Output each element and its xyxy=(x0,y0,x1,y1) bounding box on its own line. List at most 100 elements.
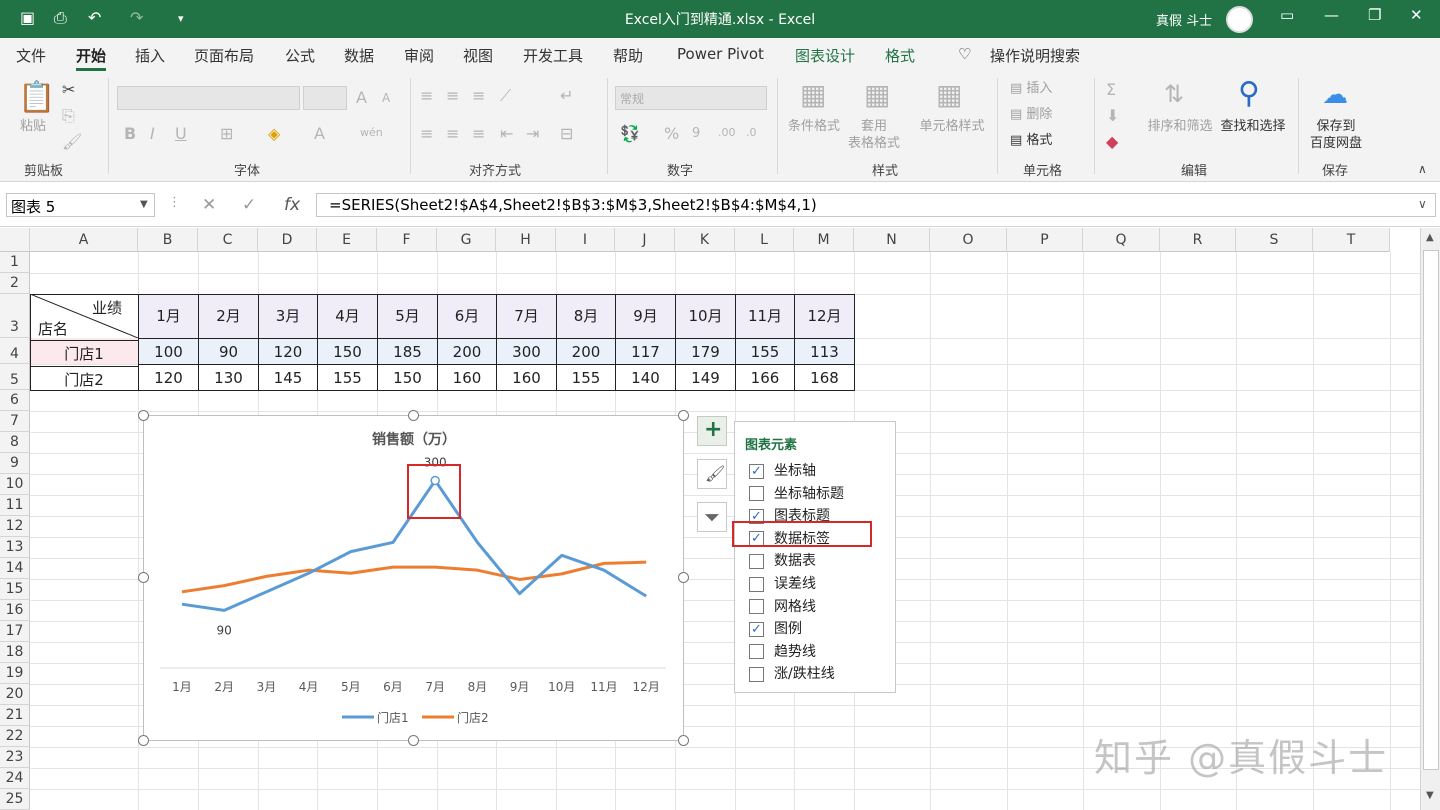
clear-icon[interactable]: ◆ xyxy=(1106,132,1118,151)
value-cell[interactable]: 160 xyxy=(496,364,556,390)
row-header[interactable]: 7 xyxy=(0,411,30,432)
row-header[interactable]: 9 xyxy=(0,453,30,474)
value-cell[interactable]: 150 xyxy=(317,338,377,364)
column-header[interactable]: C xyxy=(198,228,258,252)
wrap-text-icon[interactable]: ↵ xyxy=(560,86,573,105)
row-header[interactable]: 14 xyxy=(0,558,30,579)
tab-formulas[interactable]: 公式 xyxy=(285,45,315,66)
value-cell[interactable]: 155 xyxy=(317,364,377,390)
value-cell[interactable]: 185 xyxy=(377,338,437,364)
value-cell[interactable]: 113 xyxy=(794,338,854,364)
resize-handle[interactable] xyxy=(138,572,149,583)
copy-icon[interactable]: ⎘ xyxy=(62,106,75,126)
chart-element-option[interactable]: 数据表 xyxy=(749,550,816,570)
align-bottom-icon[interactable]: ≡ xyxy=(472,86,485,105)
insert-cells-button[interactable]: ▤ 插入 xyxy=(1010,80,1080,97)
format-as-table-label-2[interactable]: 表格格式 xyxy=(842,135,906,152)
chart-title[interactable]: 销售额（万） xyxy=(372,431,456,448)
align-right-icon[interactable]: ≡ xyxy=(472,124,485,143)
ribbon-display-icon[interactable]: ▭ xyxy=(1280,6,1294,24)
row-header[interactable]: 20 xyxy=(0,684,30,705)
tab-page-layout[interactable]: 页面布局 xyxy=(194,45,254,66)
column-header[interactable]: P xyxy=(1007,228,1083,252)
fill-icon[interactable]: ⬇ xyxy=(1106,106,1119,125)
close-icon[interactable]: ✕ xyxy=(1410,6,1423,24)
column-header[interactable]: H xyxy=(496,228,556,252)
avatar[interactable] xyxy=(1226,6,1253,33)
store-name-cell[interactable]: 门店1 xyxy=(30,340,138,366)
format-cells-button[interactable]: ▤ 格式 xyxy=(1010,132,1080,149)
sort-filter-label[interactable]: 排序和筛选 xyxy=(1144,118,1216,135)
row-header[interactable]: 21 xyxy=(0,705,30,726)
checkbox-icon[interactable] xyxy=(749,644,764,660)
align-center-icon[interactable]: ≡ xyxy=(446,124,459,143)
resize-handle[interactable] xyxy=(678,410,689,421)
row-header[interactable]: 23 xyxy=(0,747,30,768)
row-header[interactable]: 12 xyxy=(0,516,30,537)
row-header[interactable]: 17 xyxy=(0,621,30,642)
font-color-icon[interactable]: A xyxy=(314,124,325,143)
cut-icon[interactable]: ✂ xyxy=(62,80,75,99)
chart-elements-button[interactable]: + xyxy=(697,416,727,446)
scroll-down-icon[interactable]: ▼ xyxy=(1426,790,1434,801)
underline-icon[interactable]: U xyxy=(175,124,187,143)
month-header-cell[interactable]: 9月 xyxy=(615,294,675,338)
save-to-label-1[interactable]: 保存到 xyxy=(1304,118,1368,135)
tab-help[interactable]: 帮助 xyxy=(613,45,643,66)
increase-indent-icon[interactable]: ⇥ xyxy=(526,124,539,143)
orientation-icon[interactable]: ⟋ xyxy=(500,86,511,106)
align-middle-icon[interactable]: ≡ xyxy=(446,86,459,105)
value-cell[interactable]: 200 xyxy=(437,338,496,364)
tab-developer[interactable]: 开发工具 xyxy=(523,45,583,66)
month-header-cell[interactable]: 4月 xyxy=(317,294,377,338)
column-header[interactable]: M xyxy=(794,228,854,252)
select-all-corner[interactable] xyxy=(0,228,30,252)
tell-me-search[interactable]: 操作说明搜索 xyxy=(990,45,1080,66)
column-header[interactable]: O xyxy=(930,228,1007,252)
column-header[interactable]: T xyxy=(1313,228,1390,252)
store-name-cell[interactable]: 门店2 xyxy=(30,366,138,392)
month-header-cell[interactable]: 12月 xyxy=(794,294,854,338)
tab-file[interactable]: 文件 xyxy=(16,45,46,66)
month-header-cell[interactable]: 8月 xyxy=(556,294,615,338)
checkbox-icon[interactable] xyxy=(749,599,764,615)
column-header[interactable]: A xyxy=(30,228,138,252)
lightbulb-icon[interactable]: ♡ xyxy=(958,45,971,63)
decrease-decimal-icon[interactable]: .0 xyxy=(746,126,757,139)
tab-data[interactable]: 数据 xyxy=(344,45,374,66)
chart-styles-button[interactable]: 🖌 xyxy=(697,459,727,489)
month-header-cell[interactable]: 11月 xyxy=(735,294,794,338)
row-header[interactable]: 5 xyxy=(0,364,30,390)
chart-element-option[interactable]: 误差线 xyxy=(749,573,816,593)
font-name-select[interactable] xyxy=(117,86,300,110)
format-as-table-icon[interactable]: ▦ xyxy=(864,78,890,111)
value-cell[interactable]: 120 xyxy=(258,338,317,364)
row-header[interactable]: 24 xyxy=(0,768,30,789)
value-cell[interactable]: 155 xyxy=(735,338,794,364)
chart-element-option[interactable]: 坐标轴标题 xyxy=(749,483,844,503)
checkbox-icon[interactable] xyxy=(749,576,764,592)
sort-filter-icon[interactable]: ⇅ xyxy=(1164,80,1184,108)
name-box[interactable]: 图表 5 xyxy=(6,193,155,217)
row-header[interactable]: 2 xyxy=(0,273,30,294)
format-as-table-label-1[interactable]: 套用 xyxy=(842,118,906,135)
baidu-cloud-icon[interactable]: ☁ xyxy=(1322,80,1348,110)
value-cell[interactable]: 100 xyxy=(138,338,198,364)
tab-home[interactable]: 开始 xyxy=(76,45,106,66)
vertical-scrollbar[interactable]: ▲ ▼ xyxy=(1420,228,1440,810)
value-cell[interactable]: 300 xyxy=(496,338,556,364)
value-cell[interactable]: 130 xyxy=(198,364,258,390)
value-cell[interactable]: 90 xyxy=(198,338,258,364)
month-header-cell[interactable]: 5月 xyxy=(377,294,437,338)
align-top-icon[interactable]: ≡ xyxy=(420,86,433,105)
chart-element-option[interactable]: ✓ 坐标轴 xyxy=(749,460,816,480)
tab-power-pivot[interactable]: Power Pivot xyxy=(677,45,764,63)
tab-chart-design[interactable]: 图表设计 xyxy=(795,45,855,66)
resize-handle[interactable] xyxy=(408,410,419,421)
row-header[interactable]: 1 xyxy=(0,252,30,273)
row-header[interactable]: 10 xyxy=(0,474,30,495)
row-header[interactable]: 16 xyxy=(0,600,30,621)
column-header[interactable]: J xyxy=(615,228,675,252)
row-header[interactable]: 6 xyxy=(0,390,30,411)
value-cell[interactable]: 145 xyxy=(258,364,317,390)
